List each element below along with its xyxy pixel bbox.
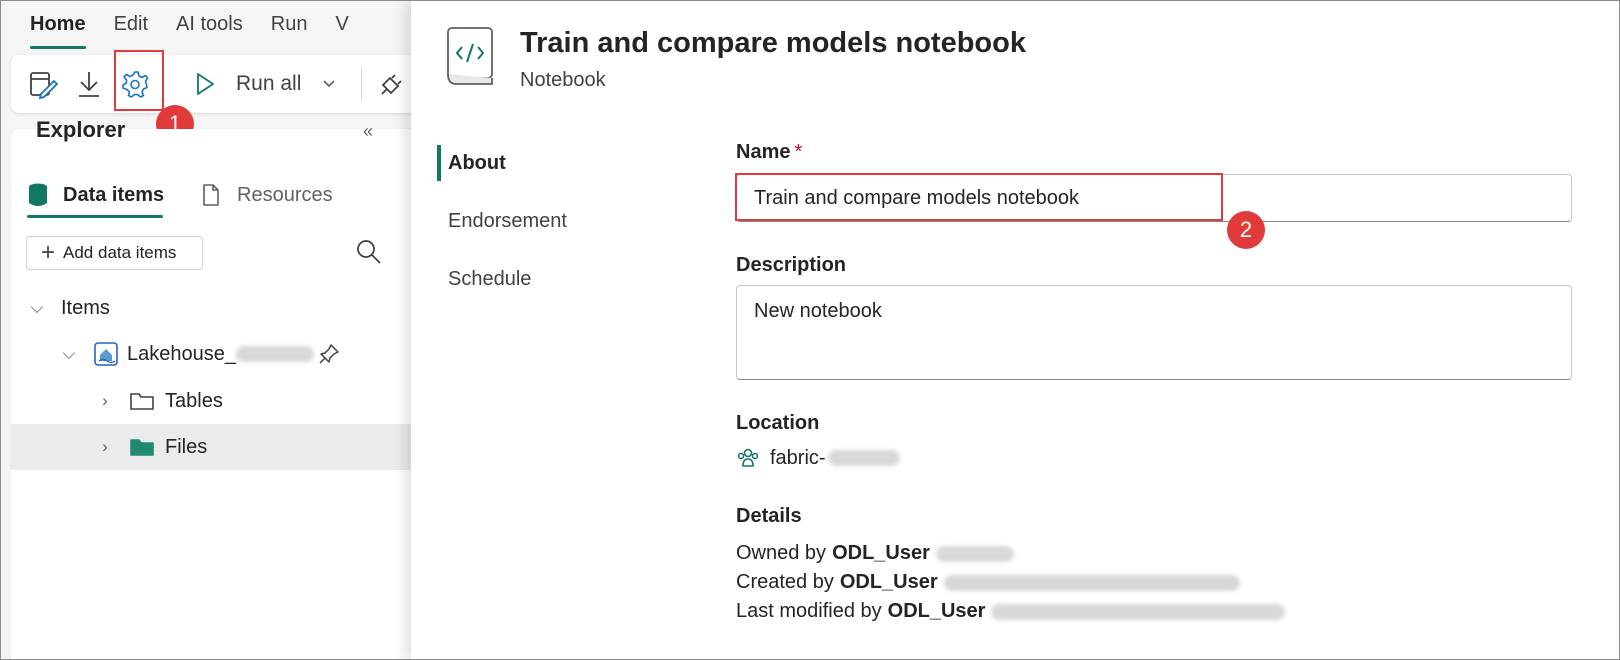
tree-tables-node[interactable]: › Tables xyxy=(11,378,431,424)
redacted-location-suffix xyxy=(827,450,900,466)
notebook-code-icon xyxy=(447,27,493,85)
app-window: Home Edit AI tools Run V Run all 1 Explo… xyxy=(0,0,1620,660)
owner-name: ODL_User xyxy=(832,542,930,564)
nav-about[interactable]: About xyxy=(437,145,506,181)
modifier-name: ODL_User xyxy=(887,600,986,622)
active-tab-indicator xyxy=(27,215,163,218)
location-text: fabric- xyxy=(770,446,826,469)
tab-data-items[interactable]: Data items xyxy=(27,175,164,215)
creator-name: ODL_User xyxy=(839,571,938,593)
settings-panel: Train and compare models notebook Notebo… xyxy=(411,1,1619,659)
tab-edit[interactable]: Edit xyxy=(114,1,148,49)
redacted-modified-details xyxy=(991,603,1286,620)
created-by-prefix: Created by xyxy=(736,571,834,593)
name-label: Name * xyxy=(736,141,802,164)
chevron-down-icon xyxy=(323,80,335,88)
chevron-down-icon: ⌵ xyxy=(62,344,76,363)
run-options-dropdown[interactable] xyxy=(311,65,347,103)
download-icon xyxy=(79,72,99,97)
redacted-owner-id xyxy=(935,545,1014,562)
location-label: Location xyxy=(736,412,820,434)
redacted-lakehouse-suffix xyxy=(235,346,314,362)
explorer-title: Explorer xyxy=(36,117,126,142)
download-button[interactable] xyxy=(71,65,107,103)
folder-filled-icon xyxy=(130,439,154,456)
document-icon xyxy=(203,184,219,206)
tables-label: Tables xyxy=(165,389,223,412)
dialog-title: Train and compare models notebook xyxy=(520,27,1026,59)
toolbar-separator xyxy=(361,69,362,99)
nav-endorsement[interactable]: Endorsement xyxy=(437,203,567,239)
tree-items-node[interactable]: ⌵ Items xyxy=(11,285,431,331)
details-label: Details xyxy=(736,505,802,527)
workspace-icon xyxy=(737,448,759,467)
run-all-label[interactable]: Run all xyxy=(236,72,301,96)
files-label: Files xyxy=(165,435,208,458)
nav-schedule[interactable]: Schedule xyxy=(437,261,531,297)
collapse-explorer-button[interactable]: « xyxy=(363,121,373,142)
ribbon-toolbar: Run all xyxy=(11,50,431,113)
owned-by-line: Owned by ODL_User xyxy=(736,542,1014,565)
plus-icon: + xyxy=(41,239,56,266)
required-mark: * xyxy=(794,141,803,163)
add-data-items-label: Add data items xyxy=(63,243,177,262)
modified-by-line: Last modified by ODL_User xyxy=(736,600,1286,623)
tab-data-items-label: Data items xyxy=(63,183,165,206)
chevron-right-icon: › xyxy=(102,437,108,456)
tab-home[interactable]: Home xyxy=(30,1,86,49)
step-badge-2: 2 xyxy=(1227,211,1265,249)
explorer-pane: Explorer « Data items Resources + Add da… xyxy=(11,117,431,659)
lakehouse-icon xyxy=(94,342,118,366)
items-label: Items xyxy=(61,296,110,319)
save-notebook-button[interactable] xyxy=(25,65,61,103)
name-label-text: Name xyxy=(736,141,791,163)
connect-button[interactable] xyxy=(373,65,409,103)
lakehouse-label: Lakehouse_ xyxy=(127,342,236,365)
plug-icon xyxy=(381,74,402,95)
tree-lakehouse-node[interactable]: ⌵ Lakehouse_ xyxy=(11,331,431,377)
folder-icon xyxy=(130,393,154,410)
modified-by-prefix: Last modified by xyxy=(736,600,882,622)
location-value[interactable]: fabric- xyxy=(736,446,900,470)
run-all-button[interactable] xyxy=(187,65,223,103)
dialog-subtitle: Notebook xyxy=(520,69,606,91)
tab-resources-label: Resources xyxy=(237,183,333,206)
chevron-right-icon: › xyxy=(102,391,108,410)
tab-resources[interactable]: Resources xyxy=(201,175,333,215)
database-icon xyxy=(29,183,47,206)
owned-by-prefix: Owned by xyxy=(736,542,827,564)
description-label: Description xyxy=(736,254,847,276)
pin-icon[interactable] xyxy=(318,343,340,365)
notebook-edit-icon xyxy=(30,72,59,100)
tree-files-node[interactable]: › Files xyxy=(11,424,431,470)
add-data-items-button[interactable]: + Add data items xyxy=(26,236,203,270)
created-by-line: Created by ODL_User xyxy=(736,571,1240,594)
tab-run[interactable]: Run xyxy=(271,1,308,49)
play-icon xyxy=(197,73,214,95)
tab-view[interactable]: V xyxy=(335,1,348,49)
name-highlight-box xyxy=(735,173,1223,221)
redacted-created-details xyxy=(943,574,1240,591)
ribbon-tabs: Home Edit AI tools Run V xyxy=(1,1,421,49)
description-textarea[interactable]: New notebook xyxy=(736,285,1572,380)
settings-highlight-box xyxy=(114,50,164,111)
search-icon[interactable] xyxy=(356,239,382,265)
tab-ai-tools[interactable]: AI tools xyxy=(176,1,243,49)
chevron-down-icon: ⌵ xyxy=(30,298,44,317)
